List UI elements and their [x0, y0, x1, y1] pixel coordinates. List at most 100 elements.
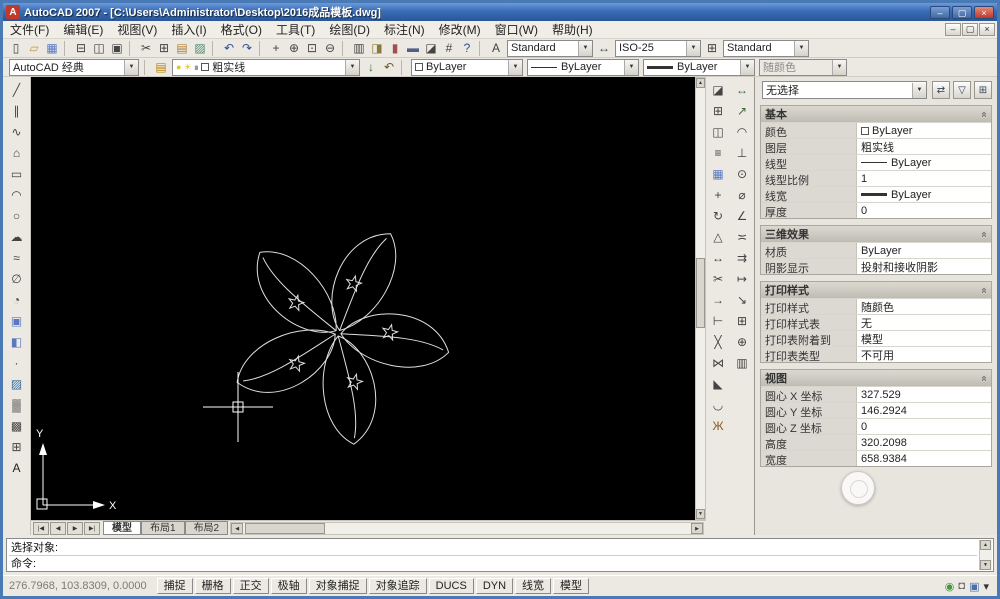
property-value[interactable]: ByLayer	[857, 187, 991, 202]
save-icon[interactable]: ▦	[43, 40, 61, 57]
text-style-icon[interactable]: A	[487, 40, 505, 57]
close-button[interactable]: ×	[974, 6, 994, 19]
copy-clip-icon[interactable]: ⊞	[155, 40, 173, 57]
maximize-button[interactable]: ▢	[952, 6, 972, 19]
dropdown-arrow-icon[interactable]	[124, 60, 138, 75]
polyline-icon[interactable]: ∿	[6, 121, 28, 142]
tab-scroll-prev-button[interactable]: ◀	[50, 522, 66, 535]
new-icon[interactable]: ▯	[7, 40, 25, 57]
menu-dimension[interactable]: 标注(N)	[377, 23, 432, 37]
menu-file[interactable]: 文件(F)	[3, 23, 56, 37]
layer-thaw-sun-icon[interactable]: ☀	[183, 62, 191, 73]
ducs-button[interactable]: DUCS	[429, 578, 474, 594]
canvas-horizontal-scrollbar[interactable]: ◀ ▶	[230, 522, 704, 535]
toolbar-lock-icon[interactable]: ◘	[958, 580, 965, 592]
array-icon[interactable]: ▦	[707, 163, 729, 184]
mirror-icon[interactable]: ◫	[707, 121, 729, 142]
undo-icon[interactable]: ↶	[220, 40, 238, 57]
drawing-canvas[interactable]: X Y	[31, 77, 695, 520]
tab-scroll-next-button[interactable]: ▶	[67, 522, 83, 535]
scroll-left-button[interactable]: ◀	[231, 523, 243, 534]
break-icon[interactable]: ╳	[707, 331, 729, 352]
tab-model[interactable]: 模型	[103, 521, 141, 535]
table-icon[interactable]: ⊞	[6, 436, 28, 457]
property-value[interactable]: 1	[857, 171, 991, 186]
linetype-dropdown[interactable]: ByLayer	[527, 59, 639, 76]
revcloud-icon[interactable]: ☁	[6, 226, 28, 247]
dim-baseline-icon[interactable]: ⇉	[731, 247, 753, 268]
tab-scroll-last-button[interactable]: ▶|	[84, 522, 100, 535]
layer-dropdown[interactable]: ● ☀ ∎ 粗实线	[172, 59, 360, 76]
collapse-chevron-icon[interactable]: «	[979, 111, 990, 117]
match-properties-icon[interactable]: ▨	[191, 40, 209, 57]
dim-style-icon[interactable]: ▥	[731, 352, 753, 373]
property-value[interactable]: 658.9384	[857, 451, 991, 466]
selection-dropdown[interactable]: 无选择	[762, 81, 927, 99]
status-tray-arrow-icon[interactable]: ▾	[983, 580, 989, 593]
command-prompt-line[interactable]: 命令:	[9, 556, 977, 572]
layer-previous-icon[interactable]: ↶	[380, 59, 398, 76]
extend-icon[interactable]: →	[707, 289, 729, 310]
doc-minimize-button[interactable]: –	[945, 23, 961, 36]
point-icon[interactable]: ·	[6, 352, 28, 373]
line-icon[interactable]: ╱	[6, 79, 28, 100]
communication-center-icon[interactable]: ◉	[945, 580, 955, 593]
property-value[interactable]: 146.2924	[857, 403, 991, 418]
dim-radius-icon[interactable]: ⊙	[731, 163, 753, 184]
dyn-button[interactable]: DYN	[476, 578, 513, 594]
grid-button[interactable]: 栅格	[195, 578, 231, 594]
snap-button[interactable]: 捕捉	[157, 578, 193, 594]
dim-aligned-icon[interactable]: ↗	[731, 100, 753, 121]
model-button[interactable]: 模型	[553, 578, 589, 594]
polygon-icon[interactable]: ⌂	[6, 142, 28, 163]
quick-calc-button[interactable]: ⊞	[974, 81, 992, 99]
menu-help[interactable]: 帮助(H)	[545, 23, 600, 37]
layer-on-bulb-icon[interactable]: ●	[176, 62, 181, 72]
ellipse-arc-icon[interactable]: ◔	[6, 289, 28, 310]
designcenter-icon[interactable]: ◨	[368, 40, 386, 57]
layer-lock-icon[interactable]: ∎	[194, 62, 200, 73]
offset-icon[interactable]: ≡	[707, 142, 729, 163]
scroll-up-button[interactable]: ▲	[696, 78, 705, 88]
property-value[interactable]: ByLayer	[857, 243, 991, 258]
gradient-icon[interactable]: ▓	[6, 394, 28, 415]
tab-layout1[interactable]: 布局1	[141, 521, 185, 535]
dropdown-arrow-icon[interactable]	[508, 60, 522, 75]
dim-center-mark-icon[interactable]: ⊕	[731, 331, 753, 352]
menu-window[interactable]: 窗口(W)	[488, 23, 545, 37]
trim-icon[interactable]: ✂	[707, 268, 729, 289]
insert-block-icon[interactable]: ▣	[6, 310, 28, 331]
property-value[interactable]: 模型	[857, 331, 991, 346]
doc-close-button[interactable]: ×	[979, 23, 995, 36]
redo-icon[interactable]: ↷	[238, 40, 256, 57]
property-value[interactable]: 320.2098	[857, 435, 991, 450]
lwt-button[interactable]: 线宽	[515, 578, 551, 594]
explode-icon[interactable]: Ж	[707, 415, 729, 436]
break-at-point-icon[interactable]: ⊢	[707, 310, 729, 331]
dropdown-arrow-icon[interactable]	[624, 60, 638, 75]
arc-icon[interactable]: ◠	[6, 184, 28, 205]
dim-quick-icon[interactable]: ≍	[731, 226, 753, 247]
text-style-dropdown[interactable]: Standard	[507, 40, 593, 57]
section-header[interactable]: 基本«	[761, 106, 991, 122]
erase-icon[interactable]: ◪	[707, 79, 729, 100]
dim-continue-icon[interactable]: ↦	[731, 268, 753, 289]
doc-restore-button[interactable]: ▢	[962, 23, 978, 36]
menu-view[interactable]: 视图(V)	[110, 23, 164, 37]
dropdown-arrow-icon[interactable]	[794, 41, 808, 56]
table-style-icon[interactable]: ⊞	[703, 40, 721, 57]
scroll-down-button[interactable]: ▼	[696, 509, 705, 519]
section-header[interactable]: 视图«	[761, 370, 991, 386]
markup-icon[interactable]: ◪	[422, 40, 440, 57]
rotate-icon[interactable]: ↻	[707, 205, 729, 226]
section-header[interactable]: 打印样式«	[761, 282, 991, 298]
collapse-chevron-icon[interactable]: «	[979, 375, 990, 381]
dropdown-arrow-icon[interactable]	[578, 41, 592, 56]
toggle-pickadd-button[interactable]: ⇄	[932, 81, 950, 99]
dim-arc-icon[interactable]: ◠	[731, 121, 753, 142]
open-icon[interactable]: ▱	[25, 40, 43, 57]
scale-icon[interactable]: △	[707, 226, 729, 247]
clean-screen-icon[interactable]: ▣	[969, 580, 979, 593]
make-object-layer-current-icon[interactable]: ↓	[362, 59, 380, 76]
property-value[interactable]: 无	[857, 315, 991, 330]
